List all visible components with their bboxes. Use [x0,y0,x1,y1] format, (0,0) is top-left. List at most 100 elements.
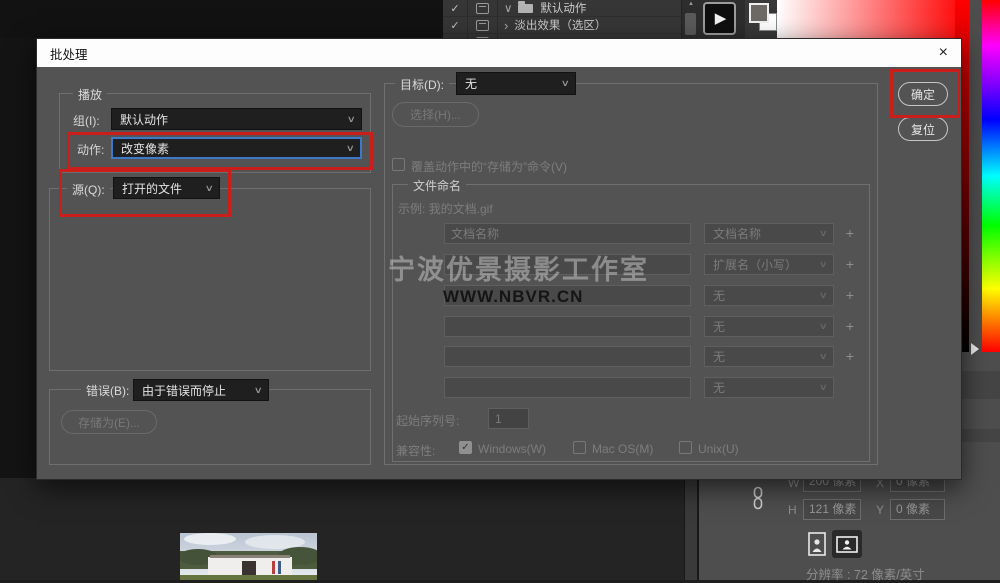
naming-format-select-4[interactable]: 无∨ [704,316,834,337]
annotation-box-ok [890,69,960,118]
check-icon: ✓ [450,2,459,15]
check-icon: ✓ [461,442,469,453]
play-icon: ▶ [715,11,727,26]
dialog-titlebar[interactable]: 批处理 × [37,39,961,67]
unix-checkbox[interactable] [679,441,692,454]
action-set-row[interactable]: ✓ ∨ 默认动作 [443,0,681,17]
chevron-down-icon: ∨ [819,228,828,239]
reset-button[interactable]: 复位 [898,117,948,141]
background-top-left [0,0,443,38]
override-save-as-checkbox[interactable] [392,158,405,171]
action-set-label[interactable]: 默认动作 [540,0,586,16]
compatibility-label: 兼容性: [396,442,435,459]
set-label: 组(I): [73,112,100,129]
actions-scrollbar[interactable]: ▲ [681,0,700,38]
panel-edge-strip [684,478,698,580]
action-enabled-cell[interactable]: ✓ [443,17,468,33]
dialog-toggle-cell[interactable] [468,17,498,33]
action-item-label[interactable]: 淡出效果（选区） [514,17,606,33]
action-item-row[interactable]: ✓ › 淡出效果（选区） [443,17,681,34]
chevron-down-icon: ∨ [561,78,570,89]
color-picker-gap [969,0,982,352]
play-legend: 播放 [73,86,107,103]
naming-format-value-3: 无 [713,287,725,304]
dialog-toggle-icon [476,3,489,14]
add-token-button-3[interactable]: + [843,287,857,303]
annotation-box-source [59,169,231,217]
scrollbar-thumb[interactable] [685,13,696,35]
windows-label: Windows(W) [478,442,546,456]
chevron-down-icon: ∨ [819,351,828,362]
add-token-button-2[interactable]: + [843,256,857,272]
chevron-down-icon[interactable]: ∨ [504,1,512,15]
check-icon: ✓ [450,19,459,32]
hue-slider[interactable] [982,0,1000,352]
annotation-box-action [67,132,373,170]
chevron-right-icon[interactable]: › [504,18,508,33]
color-swatch-area [745,0,777,38]
action-enabled-cell[interactable]: ✓ [443,0,468,16]
error-select-value: 由于错误而停止 [142,382,226,399]
naming-input-6[interactable] [444,377,691,398]
choose-button[interactable]: 选择(H)... [392,102,479,127]
macos-label: Mac OS(M) [592,442,653,456]
background-left [0,38,36,478]
add-token-button-1[interactable]: + [843,225,857,241]
watermark-url: WWW.NBVR.CN [443,287,583,307]
foreground-color-swatch[interactable] [749,3,769,23]
height-field[interactable]: 121 像素 [803,499,861,520]
play-toolbar: ▶ [699,0,745,38]
destination-select[interactable]: 无 ∨ [456,72,576,95]
chevron-down-icon: ∨ [254,385,263,396]
windows-checkbox[interactable]: ✓ [459,441,472,454]
set-select-value: 默认动作 [120,111,168,128]
naming-format-value-5: 无 [713,348,725,365]
naming-input-5[interactable] [444,346,691,367]
portrait-orientation-button[interactable] [806,531,828,557]
naming-format-value-6: 无 [713,379,725,396]
height-label: H [788,503,797,517]
macos-checkbox[interactable] [573,441,586,454]
error-select[interactable]: 由于错误而停止 ∨ [133,379,269,401]
chevron-down-icon: ∨ [819,382,828,393]
naming-format-select-5[interactable]: 无∨ [704,346,834,367]
y-field[interactable]: 0 像素 [890,499,945,520]
color-picker-saturation-strip[interactable] [777,0,968,38]
folder-icon [518,4,533,13]
naming-format-value-1: 文档名称 [713,225,761,242]
dialog-toggle-icon [476,20,489,31]
dialog-title: 批处理 [50,44,88,63]
naming-format-select-3[interactable]: 无∨ [704,285,834,306]
play-action-button[interactable]: ▶ [703,2,736,35]
file-naming-example: 示例: 我的文档.gif [398,200,493,217]
serial-input[interactable] [488,408,529,429]
background-bottom-left [0,478,698,580]
close-button[interactable]: × [939,45,948,61]
chevron-down-icon: ∨ [347,114,356,125]
serial-label: 起始序列号: [396,412,459,429]
scroll-up-icon[interactable]: ▲ [682,1,700,7]
add-token-button-4[interactable]: + [843,318,857,334]
actions-panel: ✓ ∨ 默认动作 ✓ › 淡出效果（选区） ✓ [443,0,681,38]
destination-select-value: 无 [465,75,477,92]
chevron-down-icon: ∨ [819,321,828,332]
override-save-as-label: 覆盖动作中的“存储为”命令(V) [411,158,567,175]
naming-input-1[interactable] [444,223,691,244]
naming-format-select-6[interactable]: 无∨ [704,377,834,398]
chevron-down-icon: ∨ [819,259,828,270]
link-dimensions-icon[interactable] [752,486,764,515]
hue-slider-marker[interactable] [971,343,979,355]
add-token-button-5[interactable]: + [843,348,857,364]
set-select[interactable]: 默认动作 ∨ [111,108,362,130]
landscape-orientation-button[interactable] [832,530,862,558]
y-label: Y [876,503,884,517]
save-as-button[interactable]: 存储为(E)... [61,410,157,434]
destination-label: 目标(D): [395,76,449,93]
naming-format-select-2[interactable]: 扩展名（小写）∨ [704,254,834,275]
naming-format-select-1[interactable]: 文档名称 ∨ [704,223,834,244]
naming-input-4[interactable] [444,316,691,337]
document-thumbnail[interactable] [180,533,317,580]
dialog-toggle-cell[interactable] [468,0,498,16]
unix-label: Unix(U) [698,442,739,456]
error-label: 错误(B): [81,382,134,399]
